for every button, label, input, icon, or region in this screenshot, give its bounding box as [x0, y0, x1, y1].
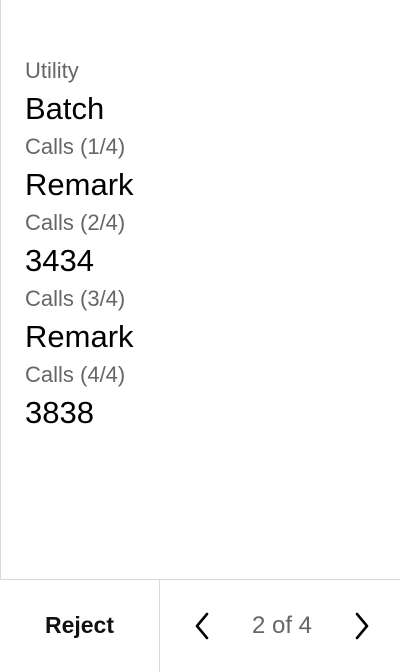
chevron-right-icon[interactable] [350, 612, 374, 640]
field-calls-3: Calls (3/4) Remark [25, 283, 377, 365]
pager: 2 of 4 [160, 580, 400, 672]
field-utility: Utility Batch [25, 55, 377, 137]
field-calls-1: Calls (1/4) Remark [25, 131, 377, 213]
reject-button[interactable]: Reject [0, 580, 160, 672]
reject-button-label: Reject [44, 612, 115, 638]
footer-bar: Reject 2 of 4 [0, 579, 400, 672]
field-value: 3434 [25, 243, 94, 278]
chevron-left-icon[interactable] [190, 612, 214, 640]
field-value: Remark [25, 319, 134, 354]
field-calls-2: Calls (2/4) 3434 [25, 207, 377, 289]
detail-panel: Utility Batch Calls (1/4) Remark Calls (… [0, 0, 399, 672]
field-value: Batch [25, 91, 105, 126]
field-list: Utility Batch Calls (1/4) Remark Calls (… [25, 55, 377, 441]
field-value: Remark [25, 167, 134, 202]
field-calls-4: Calls (4/4) 3838 [25, 359, 377, 441]
field-value: 3838 [25, 395, 94, 430]
page-indicator: 2 of 4 [251, 612, 313, 639]
